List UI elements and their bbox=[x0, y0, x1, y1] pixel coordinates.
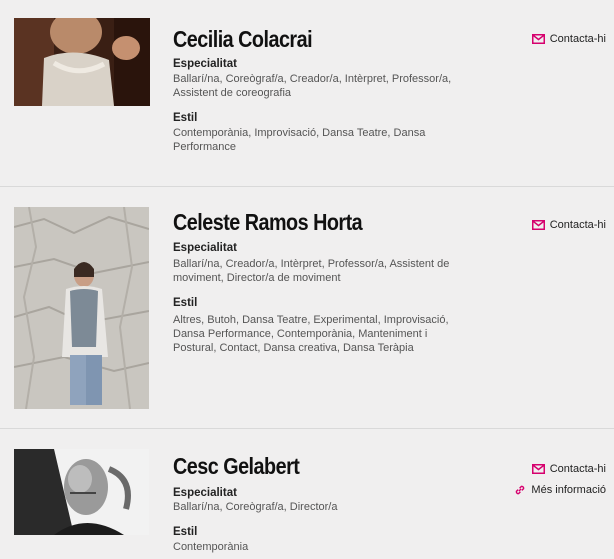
person-card: Cesc Gelabert Especialitat Ballarí/na, C… bbox=[0, 429, 614, 559]
specialty-value: Ballarí/na, Coreògraf/a, Creador/a, Intè… bbox=[173, 73, 452, 99]
more-info-label: Més informació bbox=[531, 484, 606, 496]
contact-label: Contacta-hi bbox=[549, 463, 606, 475]
person-photo[interactable] bbox=[14, 18, 150, 106]
person-photo[interactable] bbox=[14, 449, 149, 535]
style-value: Altres, Butoh, Dansa Teatre, Experimenta… bbox=[173, 314, 449, 354]
specialty-label: Especialitat bbox=[173, 58, 237, 70]
contact-label: Contacta-hi bbox=[549, 219, 606, 231]
style-label: Estil bbox=[173, 526, 198, 538]
style-value: Contemporània bbox=[173, 541, 249, 553]
more-info-link[interactable]: Més informació bbox=[514, 484, 606, 496]
contact-button[interactable]: Contacta-hi bbox=[531, 463, 606, 475]
envelope-icon bbox=[531, 34, 545, 44]
specialty-label: Especialitat bbox=[173, 487, 237, 499]
style-value: Contemporània, Improvisació, Dansa Teatr… bbox=[173, 127, 426, 153]
envelope-icon bbox=[531, 464, 545, 474]
person-card: Cecilia Colacrai Especialitat Ballarí/na… bbox=[0, 0, 614, 186]
person-name[interactable]: Celeste Ramos Horta bbox=[173, 209, 363, 236]
person-name[interactable]: Cecilia Colacrai bbox=[173, 26, 313, 53]
contact-button[interactable]: Contacta-hi bbox=[531, 33, 606, 45]
person-name[interactable]: Cesc Gelabert bbox=[173, 453, 300, 480]
contact-button[interactable]: Contacta-hi bbox=[531, 219, 606, 231]
contact-label: Contacta-hi bbox=[549, 33, 606, 45]
link-icon bbox=[514, 484, 526, 496]
person-photo[interactable] bbox=[14, 207, 149, 409]
envelope-icon bbox=[531, 220, 545, 230]
style-label: Estil bbox=[173, 112, 198, 124]
specialty-value: Ballarí/na, Creador/a, Intèrpret, Profes… bbox=[173, 258, 450, 284]
specialty-label: Especialitat bbox=[173, 242, 237, 254]
person-card: Celeste Ramos Horta Especialitat Ballarí… bbox=[0, 187, 614, 428]
specialty-value: Ballarí/na, Coreògraf/a, Director/a bbox=[173, 501, 338, 513]
style-label: Estil bbox=[173, 297, 198, 309]
